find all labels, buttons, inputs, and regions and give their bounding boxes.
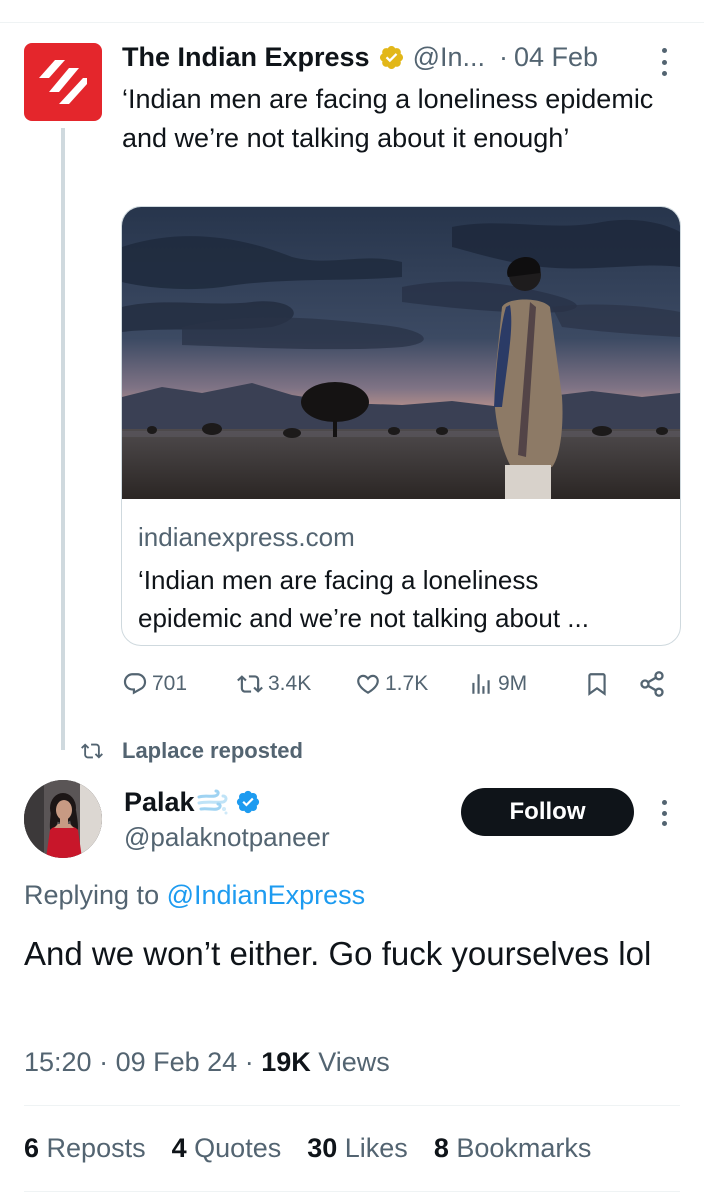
tweet-action-bar: 701 3.4K 1.7K 9M xyxy=(122,664,682,704)
stat-count: 8 xyxy=(433,1133,449,1163)
bookmark-icon xyxy=(588,673,606,696)
reply-count: 701 xyxy=(152,672,188,695)
views-count: 19K xyxy=(261,1047,311,1077)
share-button[interactable] xyxy=(638,664,666,704)
repost-context-label: Laplace reposted xyxy=(122,738,303,763)
main-tweet-text: And we won’t either. Go fuck yourselves … xyxy=(24,935,652,972)
more-vertical-icon[interactable] xyxy=(652,44,676,80)
tweet-meta: 15:20 · 09 Feb 24 · 19K Views xyxy=(24,1047,390,1078)
stat-count: 4 xyxy=(171,1133,187,1163)
main-tweet-author-row: Palak xyxy=(124,784,261,820)
replying-to: Replying to @IndianExpress xyxy=(24,880,365,911)
replying-prefix: Replying to xyxy=(24,880,160,910)
verified-gold-badge-icon xyxy=(378,44,405,71)
stat-label: Likes xyxy=(344,1133,408,1163)
article-image xyxy=(122,207,680,499)
card-domain: indianexpress.com xyxy=(138,522,355,552)
tweet-time[interactable]: 15:20 xyxy=(24,1047,92,1077)
replying-to-mention[interactable]: @IndianExpress xyxy=(167,880,366,910)
quoted-tweet-header: The Indian Express @In... · 04 Feb xyxy=(122,38,598,76)
author-name[interactable]: The Indian Express xyxy=(122,42,370,73)
repost-count: 3.4K xyxy=(268,672,312,695)
reposts-stat[interactable]: 6 Reposts xyxy=(24,1133,146,1164)
tweet-date[interactable]: 04 Feb xyxy=(514,42,598,73)
reply-button[interactable]: 701 xyxy=(122,664,187,704)
bookmarks-stat[interactable]: 8 Bookmarks xyxy=(434,1133,592,1164)
share-icon xyxy=(640,671,664,697)
heart-icon xyxy=(357,674,379,694)
separator-dot: · xyxy=(99,1047,116,1077)
reply-icon xyxy=(123,673,147,695)
stat-count: 30 xyxy=(307,1133,338,1163)
views-label: Views xyxy=(318,1047,390,1077)
like-count: 1.7K xyxy=(385,672,429,695)
author-handle[interactable]: @In... xyxy=(413,42,485,73)
divider xyxy=(24,1191,680,1192)
stat-label: Quotes xyxy=(194,1133,282,1163)
like-button[interactable]: 1.7K xyxy=(355,664,428,704)
quotes-stat[interactable]: 4 Quotes xyxy=(172,1133,282,1164)
repost-button[interactable]: 3.4K xyxy=(236,664,311,704)
link-preview-card[interactable]: indianexpress.com ‘Indian men are facing… xyxy=(121,206,681,646)
dash-emoji-icon xyxy=(197,789,229,815)
tweet-date[interactable]: 09 Feb 24 xyxy=(116,1047,238,1077)
stat-label: Bookmarks xyxy=(456,1133,592,1163)
views-bar-icon xyxy=(472,674,490,694)
top-divider xyxy=(0,22,704,23)
views-button[interactable]: 9M xyxy=(468,664,527,704)
more-vertical-icon[interactable] xyxy=(652,797,676,829)
verified-blue-badge-icon xyxy=(235,789,261,815)
separator-dot: · xyxy=(244,1047,262,1077)
stat-label: Reposts xyxy=(46,1133,146,1163)
indian-express-avatar[interactable] xyxy=(24,43,102,121)
stat-count: 6 xyxy=(24,1133,40,1163)
card-title: ‘Indian men are facing a loneliness epid… xyxy=(138,565,589,633)
indian-express-logo-icon xyxy=(39,60,87,104)
repost-icon xyxy=(81,743,103,759)
views-count: 9M xyxy=(498,672,528,695)
follow-button[interactable]: Follow xyxy=(461,788,634,836)
bookmark-button[interactable] xyxy=(584,664,610,704)
author-handle[interactable]: @palaknotpaneer xyxy=(124,822,330,853)
divider xyxy=(24,1105,680,1106)
author-name[interactable]: Palak xyxy=(124,787,195,818)
profile-photo xyxy=(24,780,102,858)
avatar[interactable] xyxy=(24,780,102,858)
likes-stat[interactable]: 30 Likes xyxy=(307,1133,408,1164)
quoted-tweet-text: ‘Indian men are facing a loneliness epid… xyxy=(122,84,654,153)
repost-context[interactable]: Laplace reposted xyxy=(80,734,303,768)
thread-line xyxy=(61,128,65,750)
repost-icon xyxy=(237,675,263,693)
engagement-stats: 6 Reposts 4 Quotes 30 Likes 8 Bookmarks xyxy=(24,1133,617,1164)
separator-dot: · xyxy=(499,41,509,72)
